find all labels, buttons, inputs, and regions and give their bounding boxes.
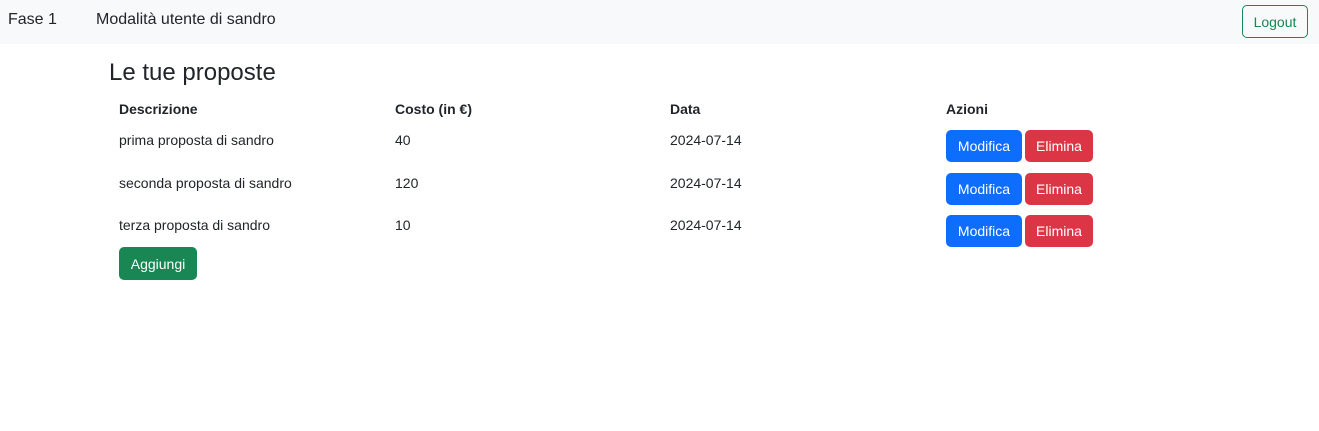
delete-button[interactable]: Elimina <box>1025 173 1093 205</box>
row-costo: 120 <box>395 175 419 191</box>
user-mode-label: Modalità utente di sandro <box>96 11 276 28</box>
navbar-brand[interactable]: Fase 1 <box>8 11 57 29</box>
edit-button[interactable]: Modifica <box>946 173 1022 205</box>
row-descrizione: seconda proposta di sandro <box>119 175 292 191</box>
row-data: 2024-07-14 <box>670 217 742 233</box>
header-costo: Costo (in €) <box>395 101 472 117</box>
row-descrizione: prima proposta di sandro <box>119 132 274 148</box>
row-data: 2024-07-14 <box>670 175 742 191</box>
page-title: Le tue proposte <box>109 59 276 86</box>
header-data: Data <box>670 101 701 117</box>
logout-button[interactable]: Logout <box>1242 5 1308 38</box>
row-costo: 10 <box>395 217 411 233</box>
delete-button[interactable]: Elimina <box>1025 215 1093 247</box>
edit-button[interactable]: Modifica <box>946 130 1022 162</box>
row-costo: 40 <box>395 132 411 148</box>
header-descrizione: Descrizione <box>119 101 198 117</box>
row-data: 2024-07-14 <box>670 132 742 148</box>
add-button[interactable]: Aggiungi <box>119 247 197 280</box>
delete-button[interactable]: Elimina <box>1025 130 1093 162</box>
row-descrizione: terza proposta di sandro <box>119 217 270 233</box>
edit-button[interactable]: Modifica <box>946 215 1022 247</box>
navbar: Fase 1 Modalità utente di sandro Logout <box>0 0 1319 44</box>
header-azioni: Azioni <box>946 101 988 117</box>
